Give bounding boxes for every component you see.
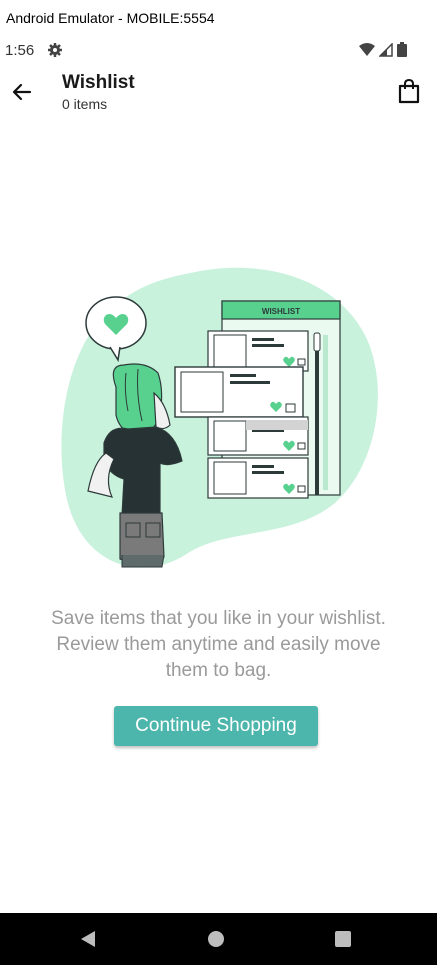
continue-shopping-button[interactable]: Continue Shopping xyxy=(114,706,318,746)
shopping-bag-icon[interactable] xyxy=(397,78,421,104)
wifi-icon xyxy=(359,42,375,56)
nav-home-icon[interactable] xyxy=(206,929,226,949)
message-line-3: them to bag. xyxy=(165,660,272,681)
title-block: Wishlist 0 items xyxy=(62,72,135,112)
window-title-bar: Android Emulator - MOBILE:5554 xyxy=(0,0,437,36)
signal-icon xyxy=(379,42,393,57)
message-line-1: Save items that you like in your wishlis… xyxy=(51,608,386,629)
product-card-4 xyxy=(207,457,309,499)
back-arrow-icon xyxy=(12,83,32,101)
window-title: Android Emulator - MOBILE:5554 xyxy=(6,10,215,26)
system-navigation-bar xyxy=(0,913,437,965)
status-bar: 1:56 xyxy=(0,36,437,64)
app-bar: Wishlist 0 items xyxy=(0,64,437,120)
nav-recents-icon[interactable] xyxy=(333,929,353,949)
wishlist-illustration: WISHLIST xyxy=(61,267,378,568)
battery-icon xyxy=(397,42,407,57)
status-time: 1:56 xyxy=(5,42,35,59)
product-card-1 xyxy=(207,330,309,372)
message-line-2: Review them anytime and easily move xyxy=(56,634,381,655)
gear-icon xyxy=(48,43,62,57)
board-label: WISHLIST xyxy=(262,307,300,316)
status-icons xyxy=(359,42,407,57)
back-button[interactable] xyxy=(8,78,36,106)
item-count: 0 items xyxy=(62,96,108,112)
page-title: Wishlist xyxy=(62,72,135,93)
nav-back-icon[interactable] xyxy=(78,929,98,949)
product-card-3 xyxy=(207,416,309,456)
empty-state-message: Save items that you like in your wishlis… xyxy=(20,606,417,684)
product-card-2 xyxy=(174,366,304,418)
